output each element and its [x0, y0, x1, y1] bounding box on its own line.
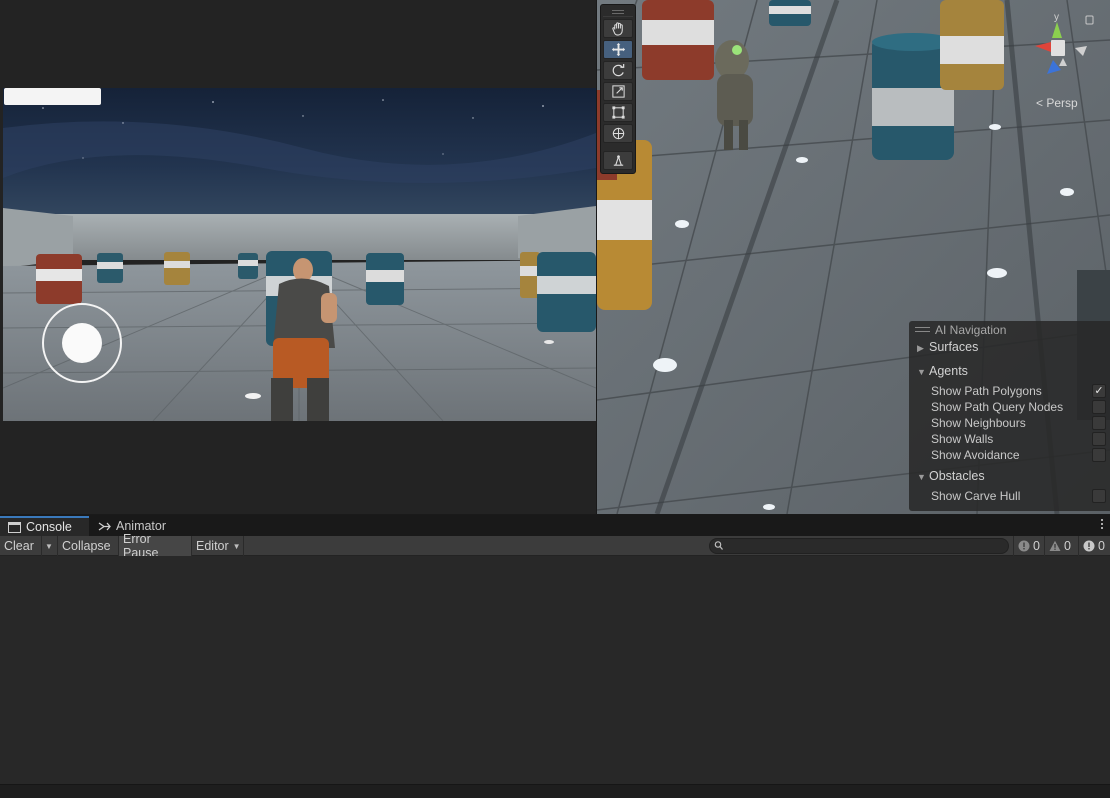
option-show-path-query-nodes: Show Path Query Nodes — [931, 400, 1064, 414]
rotate-tool-button[interactable] — [603, 61, 633, 80]
error-count-toggle[interactable]: 0 — [1078, 536, 1110, 556]
lock-icon[interactable] — [1085, 15, 1094, 25]
x-neg-axis-cone[interactable] — [1075, 46, 1087, 56]
option-show-neighbours: Show Neighbours — [931, 416, 1026, 430]
palette-grip[interactable] — [603, 7, 633, 17]
expanded-arrow-icon: ▼ — [917, 472, 926, 482]
chevron-down-icon: ▼ — [232, 541, 241, 551]
gizmo-center-cube[interactable] — [1051, 40, 1065, 56]
y-axis-cone[interactable] — [1052, 22, 1062, 38]
error-icon — [1083, 540, 1095, 552]
checkbox-show-path-query-nodes[interactable] — [1092, 400, 1106, 414]
tab-console[interactable]: Console — [0, 516, 89, 536]
gizmo-axis-label: y — [1054, 12, 1059, 23]
transform-tool-button[interactable] — [603, 124, 633, 143]
game-view[interactable] — [0, 0, 597, 514]
move-icon — [611, 42, 625, 57]
virtual-joystick[interactable] — [42, 303, 122, 383]
section-surfaces[interactable]: ▶ Surfaces — [917, 340, 978, 354]
rotate-icon — [612, 63, 624, 77]
section-label: Surfaces — [929, 340, 979, 354]
joystick-knob[interactable] — [62, 323, 102, 363]
chevron-down-icon: ▼ — [45, 541, 53, 551]
warning-count-toggle[interactable]: 0 — [1044, 536, 1078, 556]
x-axis-cone[interactable] — [1035, 42, 1051, 52]
option-show-avoidance: Show Avoidance — [931, 448, 1020, 462]
custom-tool-icon — [613, 154, 623, 166]
tab-label: Animator — [116, 519, 167, 533]
section-obstacles[interactable]: ▼ Obstacles — [917, 469, 985, 483]
checkbox-show-walls[interactable] — [1092, 432, 1106, 446]
scale-icon — [611, 85, 625, 98]
transform-icon — [612, 127, 624, 140]
collapse-button[interactable]: Collapse — [58, 536, 119, 556]
hand-icon — [611, 22, 623, 36]
tab-label: Console — [26, 520, 72, 534]
search-icon — [714, 541, 723, 550]
overlay-grip-icon[interactable] — [915, 327, 930, 332]
console-panel: Console Animator Clear ▼ Collapse Error … — [0, 514, 1110, 798]
y-neg-axis-cone[interactable] — [1059, 58, 1067, 66]
info-count-toggle[interactable]: 0 — [1013, 536, 1044, 556]
checkbox-show-neighbours[interactable] — [1092, 416, 1106, 430]
move-tool-button[interactable] — [603, 40, 633, 59]
ai-navigation-overlay: AI Navigation ▶ Surfaces ▼ Agents Show Pat… — [909, 321, 1110, 511]
search-input[interactable] — [709, 538, 1009, 554]
clear-button[interactable]: Clear — [0, 536, 42, 556]
console-log-list[interactable] — [0, 556, 1110, 786]
warning-icon — [1049, 540, 1061, 551]
hand-tool-button[interactable] — [603, 19, 633, 38]
option-show-path-polygons: Show Path Polygons — [931, 384, 1042, 398]
orientation-gizmo[interactable]: y — [1023, 8, 1103, 108]
section-label: Obstacles — [929, 469, 985, 483]
checkbox-show-path-polygons[interactable]: ✓ — [1092, 384, 1106, 398]
rect-icon — [611, 106, 625, 119]
rect-tool-button[interactable] — [603, 103, 633, 122]
console-icon — [8, 521, 21, 533]
option-show-walls: Show Walls — [931, 432, 994, 446]
clear-options-dropdown[interactable]: ▼ — [42, 536, 58, 556]
section-label: Agents — [929, 364, 968, 378]
error-pause-button[interactable]: Error Pause — [119, 532, 192, 560]
expanded-arrow-icon: ▼ — [917, 367, 926, 377]
status-bar — [0, 784, 1110, 798]
custom-tool-button[interactable] — [603, 151, 633, 170]
checkbox-show-avoidance[interactable] — [1092, 448, 1106, 462]
game-view-label-box — [4, 88, 101, 105]
option-show-carve-hull: Show Carve Hull — [931, 489, 1021, 503]
editor-dropdown[interactable]: Editor ▼ — [192, 536, 244, 556]
scale-tool-button[interactable] — [603, 82, 633, 101]
collapsed-arrow-icon: ▶ — [917, 343, 924, 353]
overlay-title: AI Navigation — [935, 323, 1007, 337]
info-icon — [1018, 540, 1030, 552]
animator-icon — [98, 521, 111, 531]
console-toolbar: Clear ▼ Collapse Error Pause Editor ▼ 0 0… — [0, 532, 1110, 560]
section-agents[interactable]: ▼ Agents — [917, 364, 968, 378]
more-options-icon[interactable] — [1101, 519, 1104, 531]
checkbox-show-carve-hull[interactable] — [1092, 489, 1106, 503]
z-axis-cone[interactable] — [1047, 60, 1061, 74]
scene-tool-palette — [600, 4, 636, 174]
projection-toggle[interactable]: < Persp — [1036, 96, 1078, 110]
